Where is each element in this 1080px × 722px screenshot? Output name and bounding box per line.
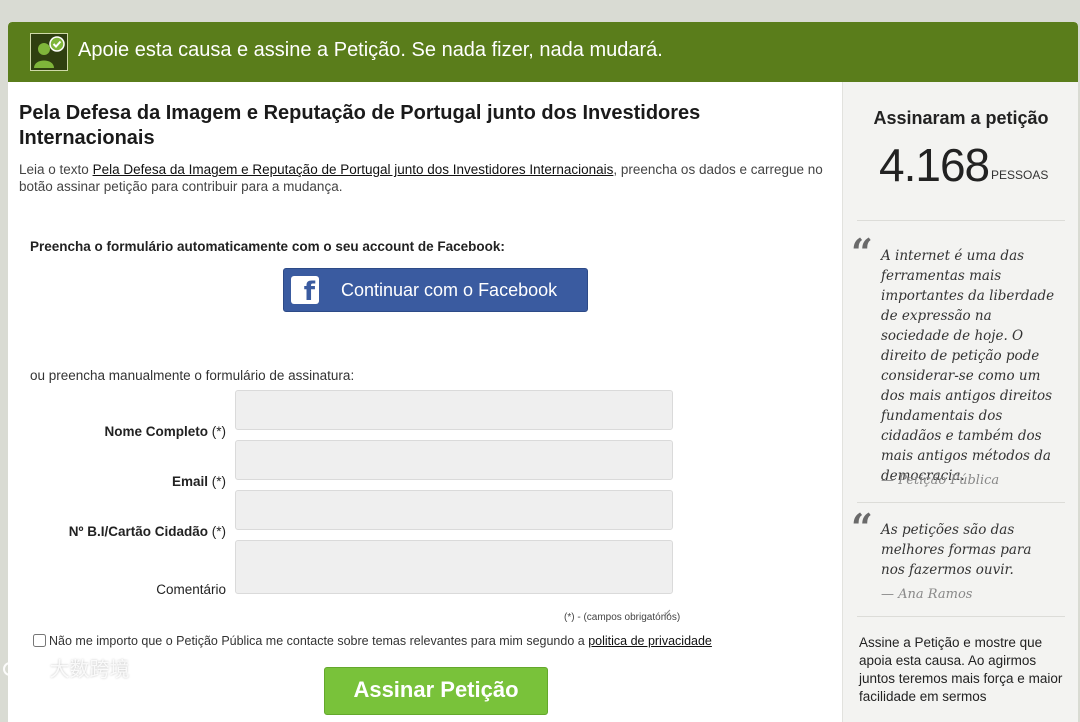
signatures-unit: PESSOAS bbox=[991, 168, 1049, 182]
petition-intro: Leia o texto Pela Defesa da Imagem e Rep… bbox=[19, 161, 829, 195]
email-input[interactable] bbox=[235, 440, 673, 480]
contact-consent-text: Não me importo que o Petição Pública me … bbox=[49, 634, 589, 648]
sign-petition-button[interactable]: Assinar Petição bbox=[324, 667, 548, 715]
cta-banner: Apoie esta causa e assine a Petição. Se … bbox=[8, 22, 1078, 82]
required-fields-note: (*) - (campos obrigatórios) bbox=[564, 612, 681, 623]
privacy-policy-link[interactable]: politica de privacidade bbox=[588, 634, 712, 648]
email-label-text: Email bbox=[171, 474, 208, 489]
petition-title: Pela Defesa da Imagem e Reputação de Por… bbox=[19, 102, 701, 149]
watermark-logo-icon bbox=[3, 659, 39, 676]
facebook-autofill-label: Preencha o formulário automaticamente co… bbox=[30, 239, 505, 254]
id-card-label-text: Nº B.I/Cartão Cidadão bbox=[68, 524, 208, 539]
contact-consent-checkbox[interactable] bbox=[33, 634, 46, 647]
quote-mark-icon: “ bbox=[851, 505, 873, 550]
comment-label: Comentário bbox=[16, 582, 226, 597]
facebook-button-label: Continuar com o Facebook bbox=[341, 280, 558, 300]
quote-author: — Petição Pública bbox=[881, 473, 1000, 488]
sidebar-closing-text: Assine a Petição e mostre que apoia esta… bbox=[859, 635, 1063, 704]
sidebar-divider bbox=[857, 220, 1065, 221]
signatures-title: Assinaram a petição bbox=[873, 108, 1049, 128]
quote-mark-icon: “ bbox=[851, 230, 873, 275]
quote-text: As petições são das melhores formas para… bbox=[881, 522, 1032, 578]
quote-text: A internet é uma das ferramentas mais im… bbox=[881, 248, 1055, 484]
full-name-label-text: Nome Completo bbox=[104, 424, 208, 439]
sidebar-divider bbox=[857, 502, 1065, 503]
comment-textarea[interactable] bbox=[235, 540, 673, 594]
intro-prefix: Leia o texto bbox=[19, 162, 93, 177]
textarea-resize-handle[interactable] bbox=[663, 604, 671, 617]
sidebar: Assinaram a petição 4.168 PESSOAS “ A in… bbox=[842, 82, 1078, 722]
banner-text: Apoie esta causa e assine a Petição. Se … bbox=[78, 39, 663, 61]
contact-consent: Não me importo que o Petição Pública me … bbox=[33, 634, 712, 648]
watermark: 大数跨境 bbox=[0, 653, 130, 682]
email-required-mark: (*) bbox=[211, 474, 226, 489]
petition-person-check-icon bbox=[30, 33, 68, 71]
quote-author: — Ana Ramos bbox=[881, 587, 973, 602]
watermark-text: 大数跨境 bbox=[49, 659, 130, 681]
full-name-input[interactable] bbox=[235, 390, 673, 430]
id-card-required-mark: (*) bbox=[211, 524, 226, 539]
email-label: Email (*) bbox=[16, 474, 226, 489]
comment-label-text: Comentário bbox=[156, 582, 226, 597]
sidebar-divider bbox=[857, 616, 1065, 617]
full-name-label: Nome Completo (*) bbox=[16, 424, 226, 439]
signatures-count: 4.168 bbox=[879, 139, 990, 191]
full-name-required-mark: (*) bbox=[211, 424, 226, 439]
id-card-label: Nº B.I/Cartão Cidadão (*) bbox=[16, 524, 226, 539]
browser-page: Apoie esta causa e assine a Petição. Se … bbox=[8, 22, 1078, 722]
petition-text-link[interactable]: Pela Defesa da Imagem e Reputação de Por… bbox=[93, 162, 614, 177]
continue-with-facebook-button[interactable]: f Continuar com o Facebook bbox=[283, 268, 588, 312]
facebook-icon: f bbox=[291, 276, 319, 307]
main-content: Pela Defesa da Imagem e Reputação de Por… bbox=[8, 82, 842, 722]
id-card-input[interactable] bbox=[235, 490, 673, 530]
manual-form-label: ou preencha manualmente o formulário de … bbox=[30, 368, 355, 383]
